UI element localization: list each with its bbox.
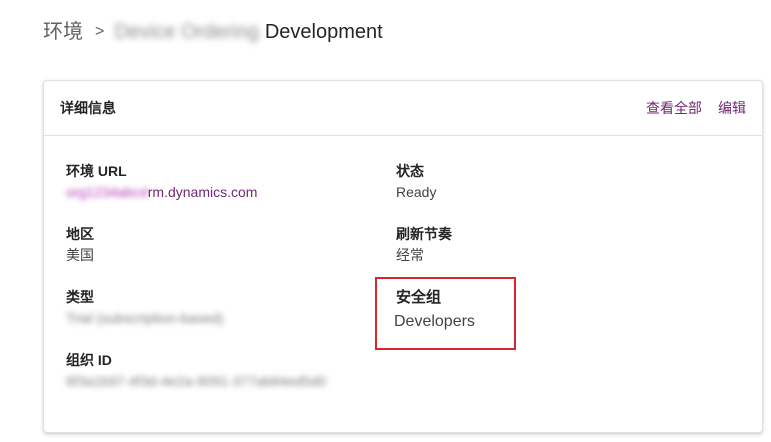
field-region: 地区 美国 xyxy=(66,224,94,265)
edit-link[interactable]: 编辑 xyxy=(718,98,746,118)
field-label: 刷新节奏 xyxy=(396,226,452,242)
field-label: 环境 URL xyxy=(66,163,127,179)
field-type: 类型 Trial (subscription-based) xyxy=(66,287,223,328)
environment-url-link[interactable]: org1234abcdrm.dynamics.com xyxy=(66,182,257,202)
type-value-blurred: Trial (subscription-based) xyxy=(66,310,224,326)
field-label: 地区 xyxy=(66,226,94,242)
field-value: 美国 xyxy=(66,247,94,263)
breadcrumb-environments-link[interactable]: 环境 xyxy=(43,18,83,46)
view-all-link[interactable]: 查看全部 xyxy=(646,98,702,118)
breadcrumb-current-page: Development xyxy=(264,21,383,43)
breadcrumb-environment-name-blurred: Device Ordering xyxy=(114,21,259,43)
field-value: 经常 xyxy=(396,247,424,263)
card-header: 详细信息 查看全部 编辑 xyxy=(44,81,762,136)
field-label: 类型 xyxy=(66,289,94,305)
field-refresh-cadence: 刷新节奏 经常 xyxy=(396,224,452,265)
chevron-right-icon: > xyxy=(95,23,105,40)
field-label: 组织 ID xyxy=(66,352,112,368)
card-actions: 查看全部 编辑 xyxy=(646,98,746,118)
organization-id-blurred: 6f3a1b97-4f3d-4e2a-9091-377ab84ed5d0 xyxy=(66,373,327,389)
field-organization-id: 组织 ID 6f3a1b97-4f3d-4e2a-9091-377ab84ed5… xyxy=(66,350,326,391)
card-title: 详细信息 xyxy=(60,100,116,116)
field-value: Ready xyxy=(396,184,437,200)
breadcrumb: 环境 > Device Ordering Development xyxy=(43,18,383,46)
environment-url-domain: rm.dynamics.com xyxy=(147,184,258,200)
field-state: 状态 Ready xyxy=(396,161,436,202)
environment-url-blurred: org1234abcd xyxy=(66,184,148,200)
details-card: 详细信息 查看全部 编辑 环境 URL org1234abcdrm.dynami… xyxy=(43,80,763,433)
field-label: 状态 xyxy=(396,163,424,179)
security-group-value: Developers xyxy=(394,313,475,330)
field-environment-url: 环境 URL org1234abcdrm.dynamics.com xyxy=(66,161,257,202)
security-group-label: 安全组 xyxy=(396,289,442,306)
